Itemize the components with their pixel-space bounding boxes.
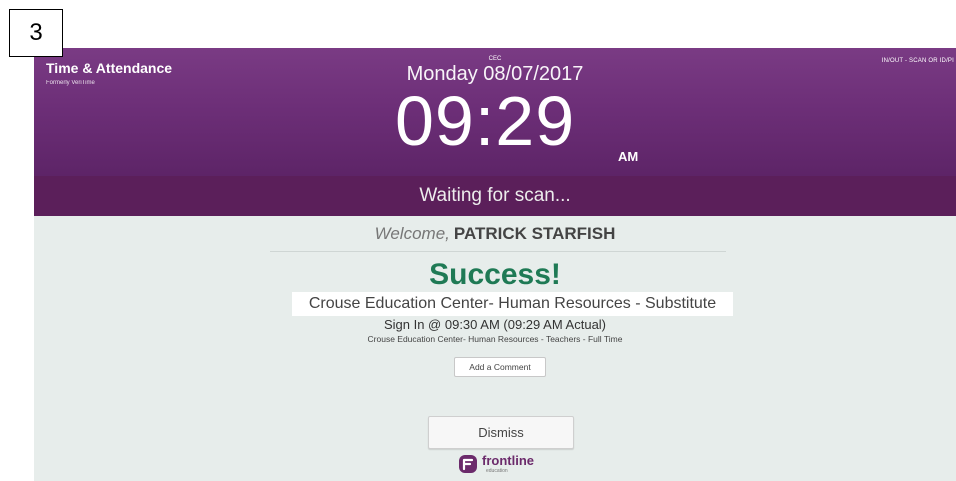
location-code: CEC xyxy=(488,56,502,62)
step-number: 3 xyxy=(29,19,43,46)
header: Time & Attendance Formerly VeriTime CEC … xyxy=(34,48,956,176)
step-number-box: 3 xyxy=(9,9,63,57)
signin-details: Sign In @ 09:30 AM (09:29 AM Actual) xyxy=(383,317,607,332)
frontline-logo-icon xyxy=(459,455,477,473)
primary-job: Crouse Education Center- Human Resources… xyxy=(367,334,623,344)
divider xyxy=(270,251,726,252)
job-assignment: Crouse Education Center- Human Resources… xyxy=(292,292,733,316)
success-heading: Success! xyxy=(429,258,561,291)
status-bar: Waiting for scan... xyxy=(34,176,956,216)
logo-text: frontline xyxy=(482,453,534,468)
frontline-logo: frontline education xyxy=(458,452,548,478)
current-time: 09:29 xyxy=(395,82,576,160)
welcome-message: Welcome, PATRICK STARFISH xyxy=(34,224,956,244)
add-comment-button[interactable]: Add a Comment xyxy=(454,357,546,377)
ampm-indicator: AM xyxy=(618,149,639,164)
welcome-prefix: Welcome, xyxy=(374,224,450,243)
logo-subtext: education xyxy=(486,468,508,474)
dismiss-button[interactable]: Dismiss xyxy=(428,416,574,449)
kiosk-app: Time & Attendance Formerly VeriTime CEC … xyxy=(34,48,956,481)
scan-mode-link[interactable]: IN/OUT - SCAN OR ID/PI xyxy=(882,58,954,64)
user-name: PATRICK STARFISH xyxy=(453,224,616,243)
